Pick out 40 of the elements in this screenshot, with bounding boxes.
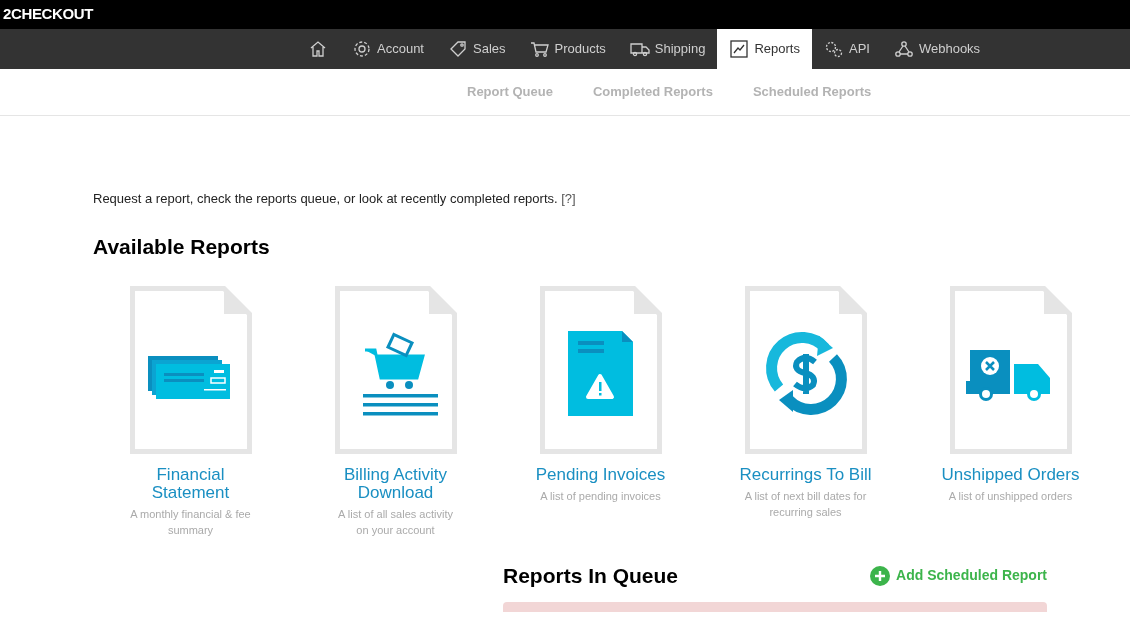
report-title-link[interactable]: Recurrings To Bill	[730, 466, 881, 484]
report-description: A list of unshipped orders	[948, 489, 1073, 504]
webhook-icon	[893, 39, 914, 59]
chart-icon	[729, 39, 750, 59]
report-description: A list of next bill dates for recurring sales	[743, 489, 868, 520]
report-document-icon[interactable]	[744, 286, 867, 454]
section-heading: Available Reports	[93, 233, 271, 260]
intro-text: Request a report, check the reports queue, or look at recently completed reports. [?]	[93, 190, 577, 208]
report-description: A list of pending invoices	[539, 489, 662, 504]
report-document-icon[interactable]	[334, 286, 457, 454]
tag-icon	[448, 39, 468, 59]
dollar-refresh-icon	[765, 332, 847, 415]
report-title-link[interactable]: Billing Activity Download	[320, 466, 471, 502]
brand-logo[interactable]: 2CHECKOUT	[3, 3, 93, 26]
report-title-link[interactable]: Pending Invoices	[525, 466, 676, 484]
nav-tab[interactable]: Sales	[436, 29, 518, 69]
nav-tab[interactable]: Webhooks	[881, 29, 993, 69]
gear-icon	[352, 39, 372, 59]
report-document-icon[interactable]	[949, 286, 1072, 454]
report-description: A monthly financial & fee summary	[129, 507, 252, 538]
report-title-link[interactable]: Financial Statement	[115, 466, 266, 502]
alert-document-icon	[567, 331, 633, 416]
report-document-icon[interactable]	[129, 286, 252, 454]
plus-icon	[870, 565, 891, 586]
nav-tab[interactable]: Products	[517, 29, 618, 69]
report-description: A list of all sales activity on your account	[337, 507, 454, 538]
section-heading: Reports In Queue	[503, 563, 679, 589]
nav-tab[interactable]: Shipping	[617, 29, 718, 69]
nav-tab[interactable]: Reports	[717, 29, 812, 69]
gears-icon	[823, 39, 844, 59]
cart-icon	[362, 332, 438, 416]
nav-tab[interactable]: API	[811, 29, 882, 69]
home-icon	[308, 39, 328, 59]
nav-tab[interactable]: Account	[340, 29, 436, 69]
truck-icon	[965, 350, 1050, 401]
help-link[interactable]: [?]	[561, 191, 576, 206]
cheque-icon	[147, 356, 230, 399]
report-document-icon[interactable]	[539, 286, 662, 454]
report-title-link[interactable]: Unshipped Orders	[935, 466, 1086, 484]
cart-icon	[529, 39, 550, 59]
